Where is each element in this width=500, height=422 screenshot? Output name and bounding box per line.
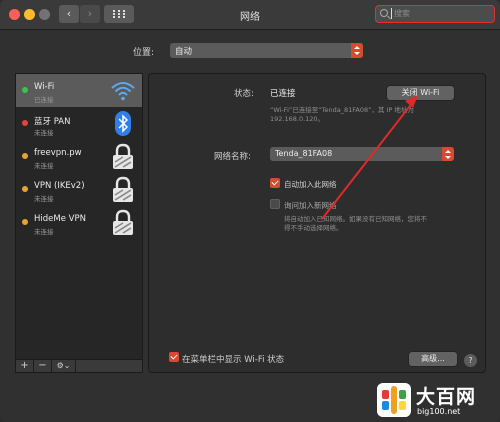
select-stepper-icon	[351, 43, 363, 58]
status-dot	[22, 153, 28, 159]
bluetooth-icon	[115, 111, 131, 136]
status-label: 状态:	[234, 89, 254, 99]
service-item-wifi[interactable]: Wi-Fi 已连接	[16, 74, 142, 107]
show-wifi-status-checkbox[interactable]	[169, 352, 179, 362]
status-description-line-1: “Wi-Fi”已连接至“Tenda_81FA08”，其 IP 地址为	[270, 106, 414, 114]
network-name-select[interactable]: Tenda_81FA08	[270, 147, 454, 161]
network-name-label: 网络名称:	[214, 152, 251, 162]
status-dot	[22, 120, 28, 126]
watermark-url: big100.net	[417, 407, 461, 416]
service-list: Wi-Fi 已连接 蓝牙 PAN 未连接 freevpn.pw 未连接 VPN …	[15, 73, 143, 373]
service-name: freevpn.pw	[34, 148, 82, 158]
service-item-hideme-vpn[interactable]: HideMe VPN 未连接	[16, 206, 142, 239]
service-status: 未连接	[34, 195, 54, 203]
ask-join-description-line-2: 得不手动选择网络。	[284, 224, 343, 232]
service-name: VPN (IKEv2)	[34, 181, 85, 191]
service-name: 蓝牙 PAN	[34, 117, 71, 127]
auto-join-checkbox[interactable]	[270, 178, 280, 188]
network-preferences-window: ‹ › 网络 搜索 位置: 自动 Wi-Fi 已连接 蓝牙 PAN 未连接 fr…	[0, 0, 500, 422]
network-name-value: Tenda_81FA08	[275, 149, 333, 158]
action-menu-button[interactable]: ⚙⌄	[52, 360, 76, 372]
status-dot	[22, 186, 28, 192]
service-name: Wi-Fi	[34, 82, 55, 92]
auto-join-label: 自动加入此网络	[284, 180, 337, 189]
text-caret	[391, 8, 392, 19]
status-dot	[22, 219, 28, 225]
search-placeholder: 搜索	[394, 9, 410, 18]
select-stepper-icon	[442, 147, 454, 161]
status-description-line-2: 192.168.0.120。	[270, 115, 325, 123]
search-field[interactable]: 搜索	[375, 5, 495, 23]
help-button[interactable]: ?	[464, 354, 477, 367]
service-name: HideMe VPN	[34, 214, 86, 224]
lock-icon	[113, 176, 133, 202]
search-icon	[380, 9, 388, 17]
wifi-icon	[111, 82, 135, 101]
service-status: 未连接	[34, 162, 54, 170]
status-dot	[22, 87, 28, 93]
ask-join-checkbox[interactable]	[270, 199, 280, 209]
remove-service-button[interactable]: −	[34, 360, 52, 372]
add-service-button[interactable]: +	[16, 360, 34, 372]
service-status: 已连接	[34, 96, 54, 104]
location-value: 自动	[175, 47, 193, 57]
title-bar: ‹ › 网络 搜索	[0, 0, 500, 30]
advanced-button[interactable]: 高级...	[409, 352, 457, 366]
watermark-logo-mark	[377, 383, 411, 417]
status-value: 已连接	[270, 89, 296, 99]
ask-join-label: 询问加入新网络	[284, 201, 337, 210]
service-item-bluetooth-pan[interactable]: 蓝牙 PAN 未连接	[16, 107, 142, 140]
watermark-logo: 大百网 big100.net	[372, 380, 498, 420]
location-label: 位置:	[133, 48, 155, 58]
turn-off-wifi-button[interactable]: 关闭 Wi-Fi	[387, 86, 454, 100]
lock-icon	[113, 209, 133, 235]
ask-join-description-line-1: 将自动加入已知网络。如果没有已知网络，您将不	[284, 215, 427, 223]
watermark-name: 大百网	[416, 386, 477, 408]
location-select[interactable]: 自动	[170, 43, 363, 58]
service-status: 未连接	[34, 129, 54, 137]
service-item-freevpn[interactable]: freevpn.pw 未连接	[16, 140, 142, 173]
show-wifi-status-label: 在菜单栏中显示 Wi-Fi 状态	[182, 355, 285, 365]
service-status: 未连接	[34, 228, 54, 236]
lock-icon	[113, 143, 133, 169]
service-item-vpn-ikev2[interactable]: VPN (IKEv2) 未连接	[16, 173, 142, 206]
service-list-toolbar: + − ⚙⌄	[15, 359, 143, 373]
